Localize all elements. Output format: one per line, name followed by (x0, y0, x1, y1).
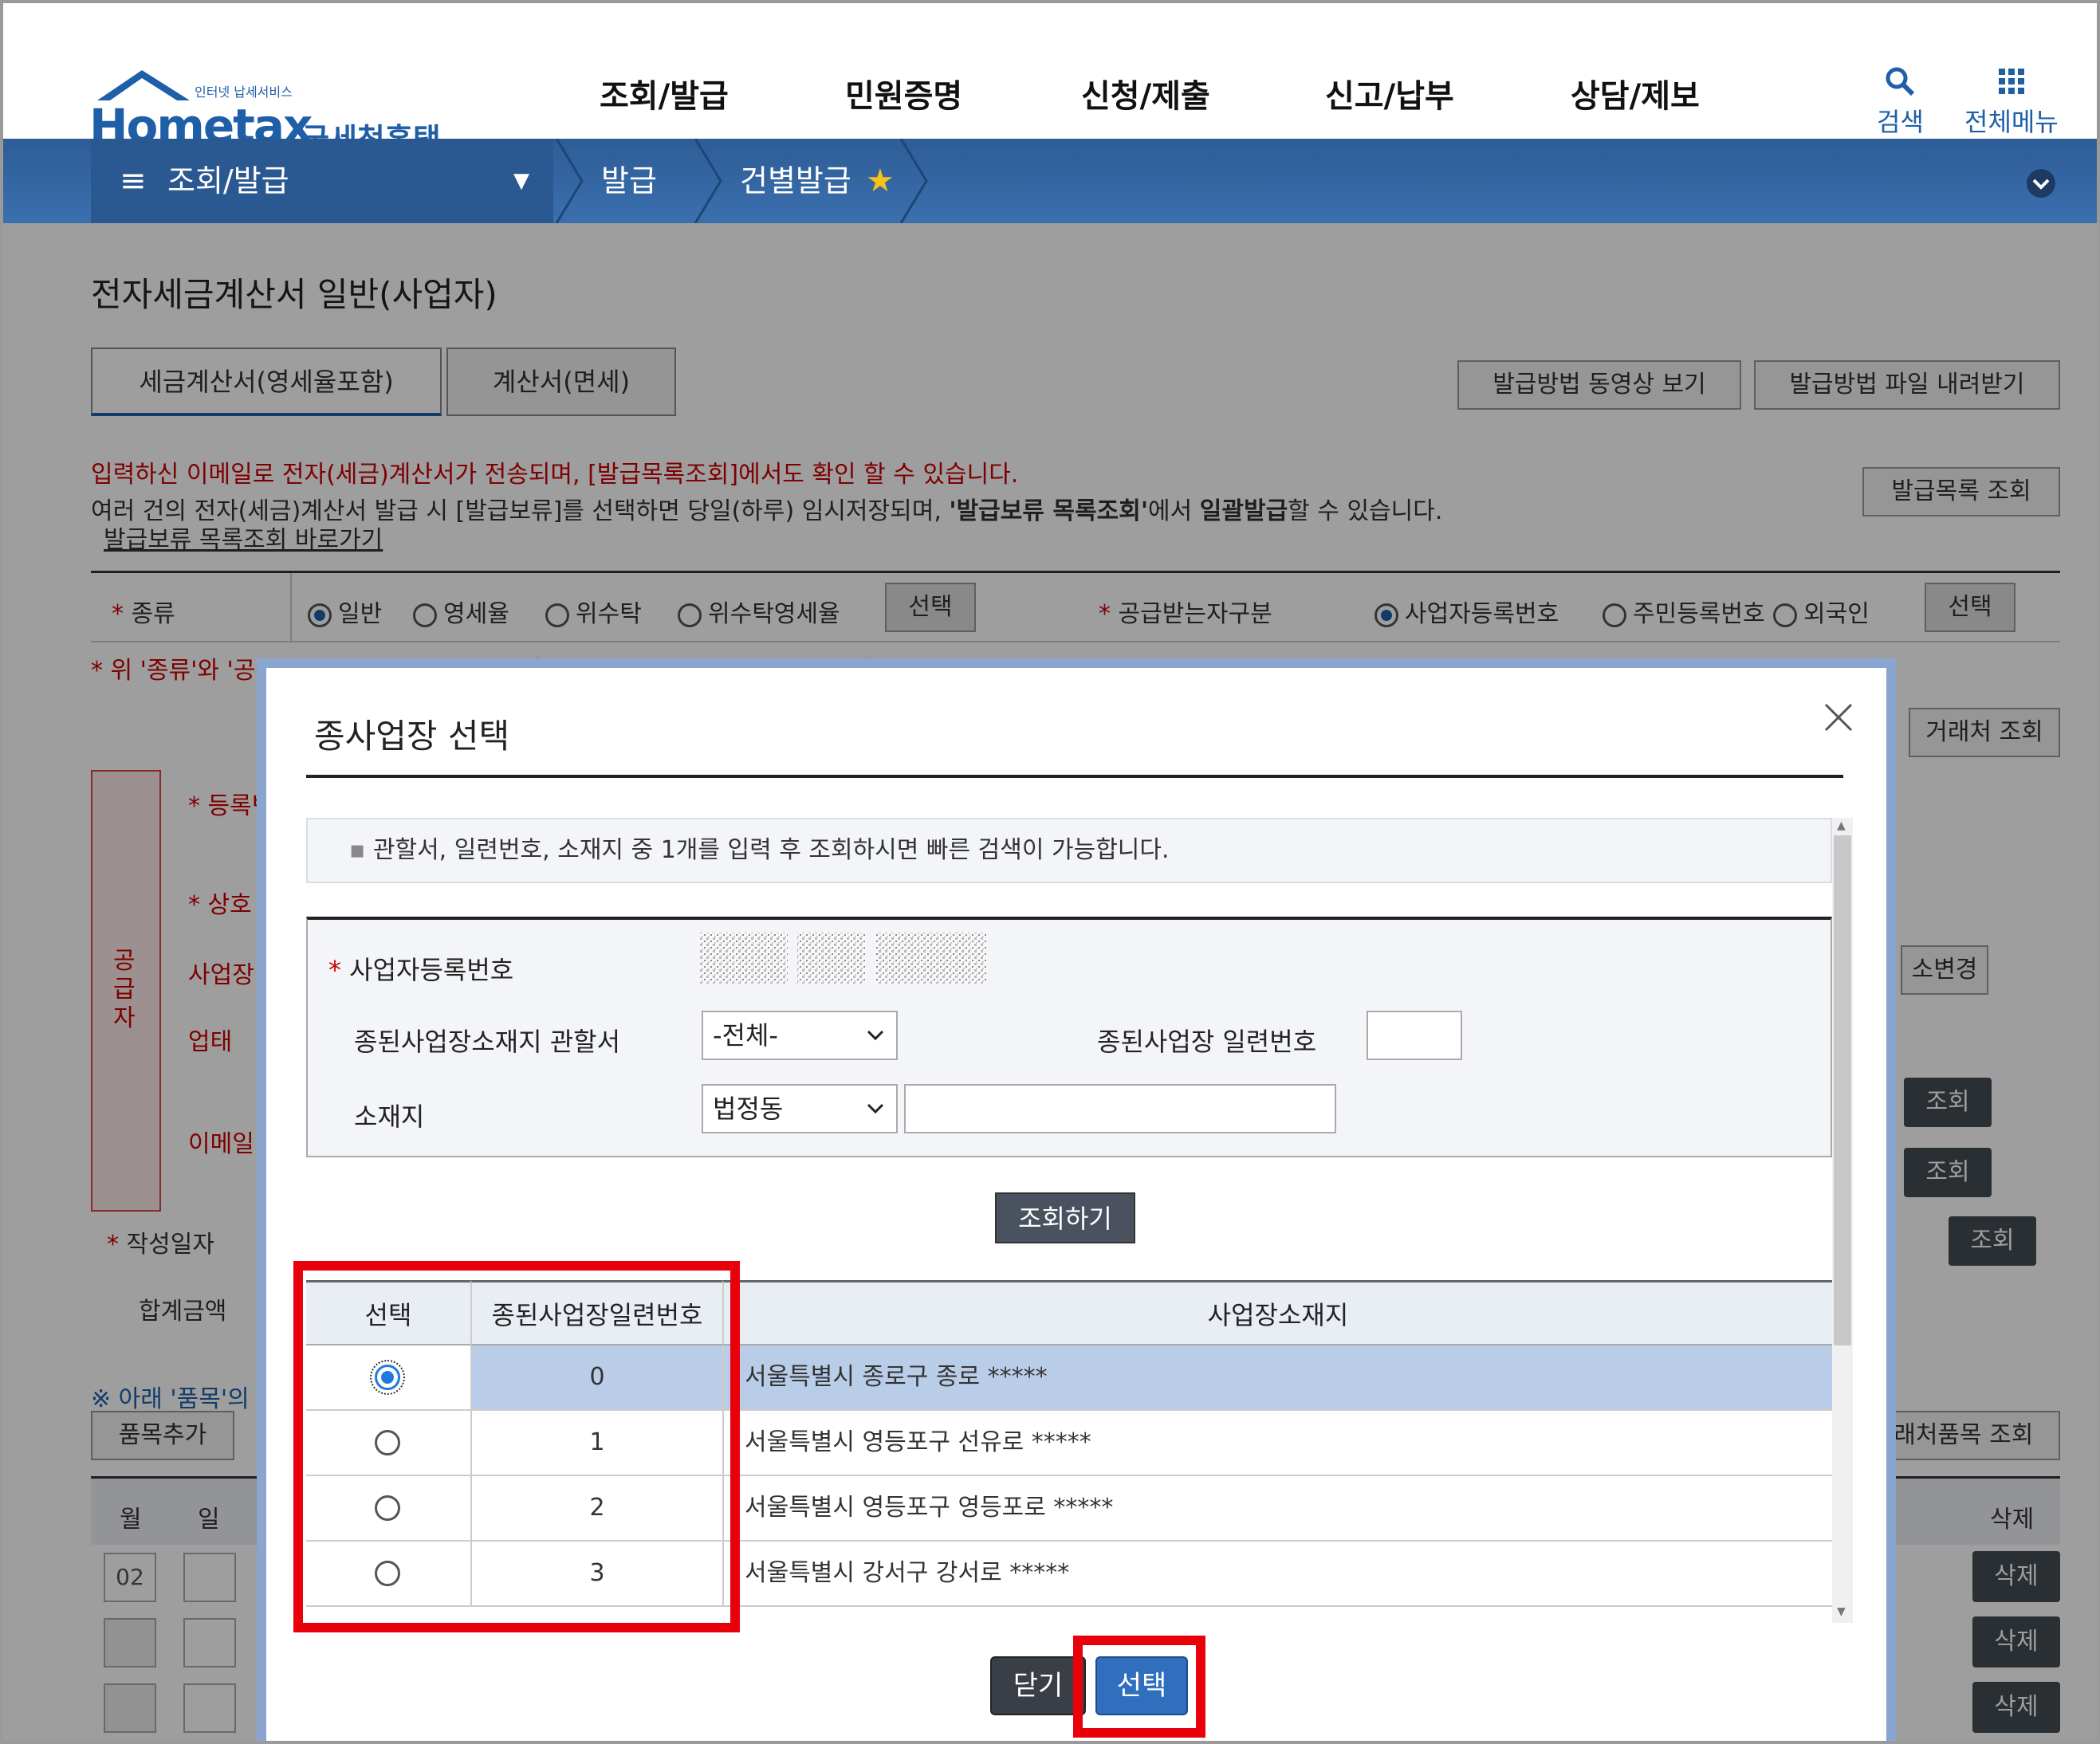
address-type-value: 법정동 (713, 1094, 784, 1124)
address-type-select[interactable]: 법정동 (702, 1084, 898, 1133)
address-input[interactable] (904, 1084, 1336, 1133)
menu-dropdown-label: 조회/발급 (167, 163, 289, 198)
office-label: 종된사업장소재지 관할서 (354, 1027, 621, 1057)
breadcrumb-bar: ≡ 조회/발급 ▼ 발급 건별발급 ★ (3, 139, 2097, 223)
row-radio[interactable] (375, 1430, 400, 1455)
modal-scrollbar[interactable]: ▲ ▼ (1832, 818, 1853, 1623)
masked-reg-number (700, 933, 987, 984)
search-menu[interactable]: 검색 (1877, 65, 1924, 139)
gnb-lookup-issue[interactable]: 조회/발급 (600, 70, 729, 116)
chevron-down-circle-icon[interactable] (2025, 167, 2057, 199)
chevron-separator-icon (899, 139, 928, 223)
breadcrumb-single-issue[interactable]: 건별발급 (740, 139, 851, 223)
scroll-down-icon[interactable]: ▼ (1837, 1605, 1846, 1618)
chevron-separator-icon (555, 139, 584, 223)
col-address: 사업장소재지 (722, 1280, 1832, 1345)
row-address: 서울특별시 영등포구 선유로 ***** (722, 1411, 1832, 1475)
logo-tagline: 인터넷 납세서비스 (195, 84, 293, 100)
chevron-down-icon (867, 1030, 884, 1041)
row-radio[interactable] (370, 1360, 405, 1395)
table-row[interactable]: 1 서울특별시 영등포구 선유로 ***** (306, 1411, 1832, 1476)
reg-number-label: * 사업자등록번호 (328, 955, 514, 985)
row-serial: 0 (470, 1345, 722, 1409)
row-radio[interactable] (375, 1495, 400, 1521)
row-radio[interactable] (375, 1561, 400, 1586)
chevron-down-icon (867, 1103, 884, 1114)
breadcrumb-issue[interactable]: 발급 (601, 139, 657, 223)
title-divider (306, 775, 1843, 778)
caret-down-icon: ▼ (513, 169, 529, 193)
table-row[interactable]: 0 서울특별시 종로구 종로 ***** (306, 1345, 1832, 1411)
office-select[interactable]: -전체- (702, 1011, 898, 1060)
table-row[interactable]: 3 서울특별시 강서구 강서로 ***** (306, 1542, 1832, 1607)
row-address: 서울특별시 종로구 종로 ***** (722, 1345, 1832, 1409)
row-serial: 2 (470, 1476, 722, 1540)
menu-dropdown[interactable]: ≡ 조회/발급 ▼ (91, 139, 553, 223)
col-serial: 종된사업장일련번호 (470, 1280, 722, 1345)
favorite-star-icon[interactable]: ★ (866, 139, 895, 223)
serial-input[interactable] (1367, 1011, 1462, 1060)
gnb-report-pay[interactable]: 신고/납부 (1325, 70, 1454, 116)
hamburger-icon: ≡ (120, 163, 147, 199)
all-menu[interactable]: 전체메뉴 (1964, 65, 2059, 139)
grid-menu-icon (1998, 69, 2024, 94)
browser-frame: 인터넷 납세서비스 Hometax 국세청홈택스 조회/발급 민원증명 신청/제… (0, 0, 2100, 1744)
site-header: 인터넷 납세서비스 Hometax 국세청홈택스 조회/발급 민원증명 신청/제… (3, 3, 2097, 201)
gnb-apply-submit[interactable]: 신청/제출 (1081, 70, 1210, 116)
search-label: 검색 (1877, 107, 1924, 137)
close-button[interactable]: 닫기 (990, 1656, 1086, 1715)
allmenu-label: 전체메뉴 (1964, 107, 2059, 137)
gnb-consult-report[interactable]: 상담/제보 (1571, 70, 1700, 116)
address-label: 소재지 (354, 1102, 425, 1132)
scroll-up-icon[interactable]: ▲ (1837, 819, 1846, 832)
search-button[interactable]: 조회하기 (995, 1192, 1135, 1243)
close-icon[interactable] (1821, 700, 1856, 735)
serial-label: 종된사업장 일련번호 (1097, 1027, 1317, 1057)
row-serial: 1 (470, 1411, 722, 1475)
modal-title: 종사업장 선택 (314, 717, 510, 756)
search-form: * 사업자등록번호 종된사업장소재지 관할서 -전체- 종된사업장 일련번호 소… (306, 917, 1832, 1157)
search-tip: ▪ 관할서, 일련번호, 소재지 중 1개를 입력 후 조회하시면 빠른 검색이… (306, 818, 1832, 883)
search-icon (1886, 67, 1915, 96)
row-address: 서울특별시 영등포구 영등포로 ***** (722, 1476, 1832, 1540)
chevron-separator-icon (694, 139, 722, 223)
sub-workplace-modal: 종사업장 선택 ▪ 관할서, 일련번호, 소재지 중 1개를 입력 후 조회하시… (257, 658, 1896, 1741)
col-select: 선택 (306, 1280, 470, 1345)
select-button[interactable]: 선택 (1095, 1656, 1188, 1715)
office-select-value: -전체- (713, 1020, 778, 1051)
search-tip-text: 관할서, 일련번호, 소재지 중 1개를 입력 후 조회하시면 빠른 검색이 가… (372, 836, 1170, 864)
row-serial: 3 (470, 1542, 722, 1605)
gnb-certificates[interactable]: 민원증명 (845, 70, 962, 116)
row-address: 서울특별시 강서구 강서로 ***** (722, 1542, 1832, 1605)
table-row[interactable]: 2 서울특별시 영등포구 영등포로 ***** (306, 1476, 1832, 1542)
scrollbar-thumb[interactable] (1834, 835, 1851, 1345)
house-roof-icon (97, 70, 190, 100)
